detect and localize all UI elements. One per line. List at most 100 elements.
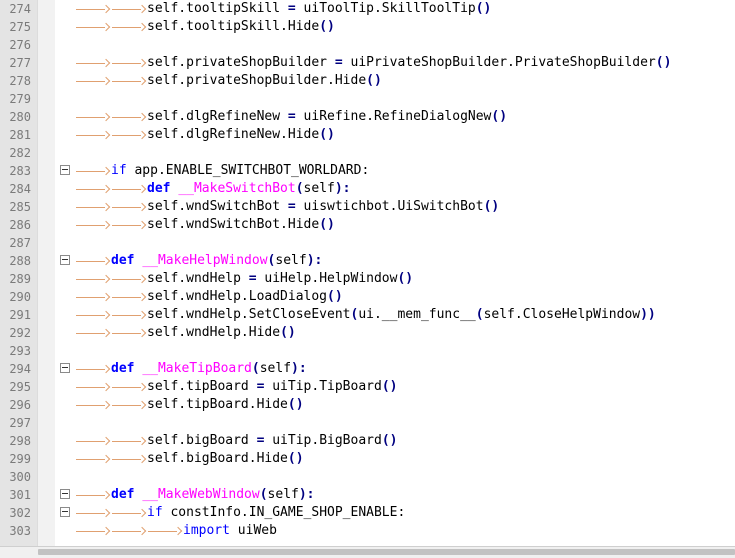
line-number: 295 [9, 380, 31, 394]
tab-arrow-icon [75, 450, 111, 468]
line-number: 279 [9, 92, 31, 106]
tab-arrow-icon [75, 360, 111, 378]
tab-arrow-icon [75, 306, 111, 324]
code-token: = [334, 55, 343, 70]
tab-arrow-icon [111, 288, 147, 306]
line-number: 280 [9, 110, 31, 124]
code-line[interactable]: 280 self.dlgRefineNew = uiRefine.RefineDi… [0, 108, 735, 126]
code-token: )) [640, 307, 656, 322]
code-line[interactable]: 303 import uiWeb [0, 522, 735, 540]
code-token: constInfo.IN_GAME_SHOP_ENABLE: [162, 505, 406, 520]
scrollbar-thumb[interactable] [38, 549, 735, 555]
code-token: ( [295, 181, 304, 196]
code-line[interactable]: 296 self.tipBoard.Hide() [0, 396, 735, 414]
line-number: 277 [9, 56, 31, 70]
code-line[interactable]: 287 [0, 234, 735, 252]
code-line[interactable]: 290 self.wndHelp.LoadDialog() [0, 288, 735, 306]
code-line[interactable]: 301 def __MakeWebWindow(self): [0, 486, 735, 504]
code-line[interactable]: 293 [0, 342, 735, 360]
line-number: 285 [9, 200, 31, 214]
code-line[interactable]: 295 self.tipBoard = uiTip.TipBoard() [0, 378, 735, 396]
code-token: () [475, 1, 492, 16]
code-line[interactable]: 275 self.tooltipSkill.Hide() [0, 18, 735, 36]
tab-arrow-icon [75, 396, 111, 414]
tab-arrow-icon [75, 0, 111, 18]
code-token: import [183, 523, 230, 538]
code-line[interactable]: 300 [0, 468, 735, 486]
code-line[interactable]: 292 self.wndHelp.Hide() [0, 324, 735, 342]
fold-minus-icon[interactable] [60, 363, 70, 373]
code-token: = [287, 109, 296, 124]
code-token: self.wndHelp.Hide [147, 325, 281, 340]
tab-arrow-icon [75, 288, 111, 306]
code-token: self.privateShopBuilder [147, 55, 335, 70]
code-token: ): [334, 181, 351, 196]
code-token: __MakeTipBoard [142, 361, 252, 376]
tab-arrow-icon [75, 432, 111, 450]
line-number: 284 [9, 182, 31, 196]
code-line[interactable]: 278 self.privateShopBuilder.Hide() [0, 72, 735, 90]
code-token: = [287, 1, 296, 16]
code-line[interactable]: 294 def __MakeTipBoard(self): [0, 360, 735, 378]
code-token: def [111, 361, 135, 376]
fold-minus-icon[interactable] [60, 489, 70, 499]
code-line[interactable]: 283 if app.ENABLE_SWITCHBOT_WORLDARD: [0, 162, 735, 180]
code-token: __MakeHelpWindow [142, 253, 268, 268]
code-line[interactable]: 291 self.wndHelp.SetCloseEvent (ui.__mem_f… [0, 306, 735, 324]
code-token: ( [475, 307, 484, 322]
code-line[interactable]: 285 self.wndSwitchBot = uiswtichbot.UiSwi… [0, 198, 735, 216]
fold-minus-icon[interactable] [60, 507, 70, 517]
code-line[interactable]: 286 self.wndSwitchBot.Hide() [0, 216, 735, 234]
code-token: () [483, 199, 500, 214]
code-token: self [259, 361, 292, 376]
line-number: 288 [9, 254, 31, 268]
code-line[interactable]: 288 def __MakeHelpWindow(self): [0, 252, 735, 270]
code-token: () [319, 19, 335, 34]
code-token: uiToolTip.SkillToolTip [295, 1, 476, 16]
tab-arrow-icon [75, 108, 111, 126]
code-line[interactable]: 299 self.bigBoard.Hide() [0, 450, 735, 468]
fold-minus-icon[interactable] [60, 255, 70, 265]
tab-arrow-icon [111, 270, 147, 288]
code-token: () [381, 433, 398, 448]
line-number: 276 [9, 38, 31, 52]
code-line[interactable]: 279 [0, 90, 735, 108]
code-line[interactable]: 274 self.tooltipSkill = uiToolTip.SkillTo… [0, 0, 735, 18]
code-token: ( [251, 361, 260, 376]
code-text: import uiWeb [75, 522, 277, 540]
code-token: self.tipBoard.Hide [147, 397, 288, 412]
code-text: self.tipBoard = uiTip.TipBoard() [75, 378, 397, 396]
code-token: self.bigBoard [147, 433, 257, 448]
code-token: self.privateShopBuilder.Hide [147, 73, 367, 88]
code-line[interactable]: 284 def __MakeSwitchBot(self): [0, 180, 735, 198]
line-number: 291 [9, 308, 31, 322]
tab-arrow-icon [75, 126, 111, 144]
line-number: 300 [9, 470, 31, 484]
horizontal-scrollbar[interactable] [0, 546, 735, 558]
tab-arrow-icon [75, 324, 111, 342]
code-line[interactable]: 282 [0, 144, 735, 162]
tab-arrow-icon [75, 252, 111, 270]
fold-minus-icon[interactable] [60, 165, 70, 175]
code-line[interactable]: 276 [0, 36, 735, 54]
tab-arrow-icon [111, 324, 147, 342]
code-line[interactable]: 302 if constInfo.IN_GAME_SHOP_ENABLE: [0, 504, 735, 522]
tab-arrow-icon [75, 486, 111, 504]
code-text: self.dlgRefineNew = uiRefine.RefineDialo… [75, 108, 507, 126]
tab-arrow-icon [111, 0, 147, 18]
code-token: def [147, 181, 171, 196]
tab-arrow-icon [111, 522, 147, 540]
code-line[interactable]: 297 [0, 414, 735, 432]
line-number: 281 [9, 128, 31, 142]
code-editor[interactable]: 274 self.tooltipSkill = uiToolTip.SkillTo… [0, 0, 735, 546]
code-token: ): [298, 487, 315, 502]
code-text: self.tipBoard.Hide() [75, 396, 304, 414]
code-token: self.wndSwitchBot [147, 199, 288, 214]
code-line[interactable]: 289 self.wndHelp = uiHelp.HelpWindow() [0, 270, 735, 288]
code-line[interactable]: 298 self.bigBoard = uiTip.BigBoard() [0, 432, 735, 450]
code-text: if app.ENABLE_SWITCHBOT_WORLDARD: [75, 162, 369, 180]
code-line[interactable]: 281 self.dlgRefineNew.Hide() [0, 126, 735, 144]
tab-arrow-icon [111, 108, 147, 126]
tab-arrow-icon [111, 198, 147, 216]
code-line[interactable]: 277 self.privateShopBuilder = uiPrivateSh… [0, 54, 735, 72]
